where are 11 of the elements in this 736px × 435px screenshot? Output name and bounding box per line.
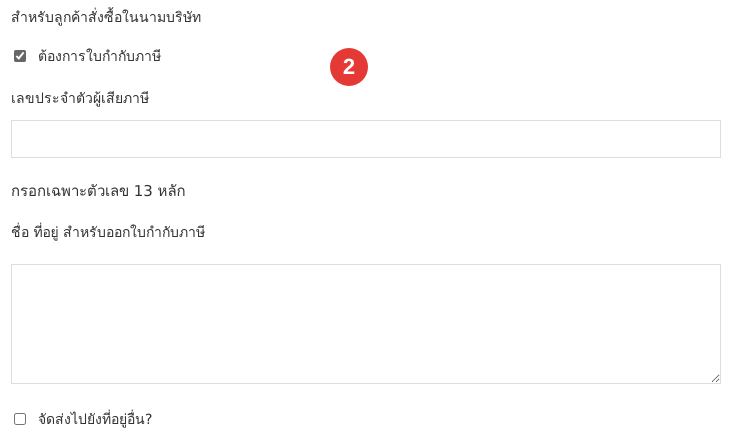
checkbox-label: ต้องการใบกำกับภาษี: [38, 48, 161, 67]
tax-id-field[interactable]: [11, 120, 721, 158]
address-field[interactable]: [11, 264, 721, 384]
step-badge: 2: [330, 48, 368, 86]
ship-checkbox[interactable]: [14, 413, 26, 425]
checkbox-label: จัดส่งไปยังที่อยู่อื่น?: [38, 408, 152, 430]
section-title: สำหรับลูกค้าสั่งซื้อในนามบริษัท: [11, 6, 725, 30]
invoice-checkbox[interactable]: [14, 50, 26, 62]
field-label: เลขประจำตัวผู้เสียภาษี: [11, 90, 150, 109]
help-text: กรอกเฉพาะตัวเลข 13 หลัก: [11, 181, 187, 202]
field-label: ชื่อ ที่อยู่ สำหรับออกใบกำกับภาษี: [11, 222, 725, 244]
